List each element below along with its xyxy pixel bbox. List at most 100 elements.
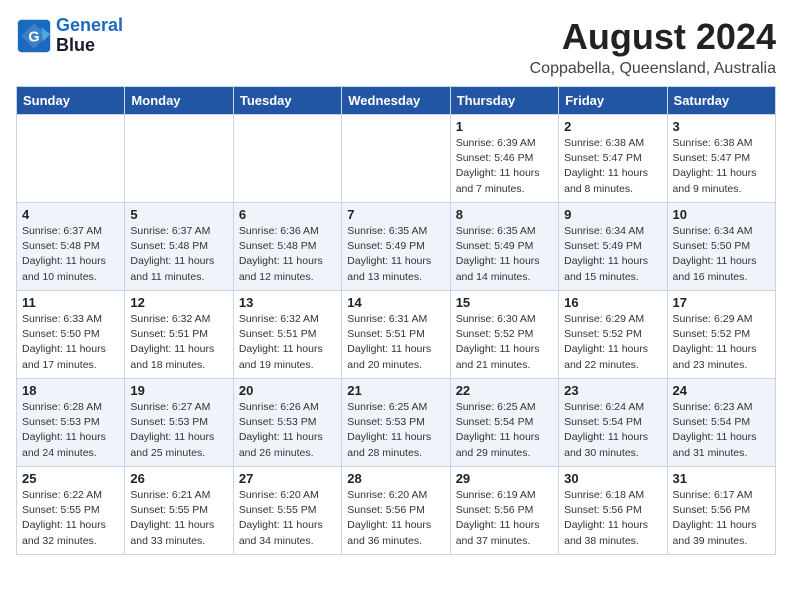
month-title: August 2024 [530, 16, 776, 58]
day-info: Sunrise: 6:21 AM Sunset: 5:55 PM Dayligh… [130, 488, 227, 549]
location-title: Coppabella, Queensland, Australia [530, 60, 776, 78]
calendar-cell: 24 Sunrise: 6:23 AM Sunset: 5:54 PM Dayli… [667, 379, 775, 467]
day-number: 14 [347, 295, 444, 310]
day-info: Sunrise: 6:38 AM Sunset: 5:47 PM Dayligh… [673, 136, 770, 197]
day-number: 15 [456, 295, 553, 310]
day-info: Sunrise: 6:23 AM Sunset: 5:54 PM Dayligh… [673, 400, 770, 461]
calendar-cell [342, 115, 450, 203]
calendar-cell: 20Sunrise: 6:26 AM Sunset: 5:53 PM Dayli… [233, 379, 341, 467]
day-info: Sunrise: 6:35 AM Sunset: 5:49 PM Dayligh… [347, 224, 444, 285]
calendar-cell: 10 Sunrise: 6:34 AM Sunset: 5:50 PM Dayli… [667, 203, 775, 291]
day-info: Sunrise: 6:25 AM Sunset: 5:54 PM Dayligh… [456, 400, 553, 461]
day-number: 6 [239, 207, 336, 222]
day-info: Sunrise: 6:36 AM Sunset: 5:48 PM Dayligh… [239, 224, 336, 285]
day-info: Sunrise: 6:24 AM Sunset: 5:54 PM Dayligh… [564, 400, 661, 461]
day-info: Sunrise: 6:30 AM Sunset: 5:52 PM Dayligh… [456, 312, 553, 373]
day-info: Sunrise: 6:25 AM Sunset: 5:53 PM Dayligh… [347, 400, 444, 461]
calendar-cell: 11 Sunrise: 6:33 AM Sunset: 5:50 PM Dayli… [17, 291, 125, 379]
day-info: Sunrise: 6:33 AM Sunset: 5:50 PM Dayligh… [22, 312, 119, 373]
logo: G General Blue [16, 16, 123, 56]
weekday-header-saturday: Saturday [667, 87, 775, 115]
week-row-3: 11 Sunrise: 6:33 AM Sunset: 5:50 PM Dayli… [17, 291, 776, 379]
weekday-header-thursday: Thursday [450, 87, 558, 115]
weekday-header-monday: Monday [125, 87, 233, 115]
calendar-cell: 1Sunrise: 6:39 AM Sunset: 5:46 PM Daylig… [450, 115, 558, 203]
day-number: 4 [22, 207, 119, 222]
calendar-cell: 8Sunrise: 6:35 AM Sunset: 5:49 PM Daylig… [450, 203, 558, 291]
calendar-cell: 5 Sunrise: 6:37 AM Sunset: 5:48 PM Daylig… [125, 203, 233, 291]
day-info: Sunrise: 6:22 AM Sunset: 5:55 PM Dayligh… [22, 488, 119, 549]
week-row-4: 18 Sunrise: 6:28 AM Sunset: 5:53 PM Dayli… [17, 379, 776, 467]
day-number: 2 [564, 119, 661, 134]
day-number: 30 [564, 471, 661, 486]
day-info: Sunrise: 6:34 AM Sunset: 5:50 PM Dayligh… [673, 224, 770, 285]
day-info: Sunrise: 6:32 AM Sunset: 5:51 PM Dayligh… [130, 312, 227, 373]
weekday-header-friday: Friday [559, 87, 667, 115]
calendar-cell: 2 Sunrise: 6:38 AM Sunset: 5:47 PM Daylig… [559, 115, 667, 203]
day-number: 20 [239, 383, 336, 398]
calendar-cell: 16Sunrise: 6:29 AM Sunset: 5:52 PM Dayli… [559, 291, 667, 379]
day-number: 5 [130, 207, 227, 222]
day-info: Sunrise: 6:34 AM Sunset: 5:49 PM Dayligh… [564, 224, 661, 285]
logo-line1: General [56, 15, 123, 35]
day-info: Sunrise: 6:31 AM Sunset: 5:51 PM Dayligh… [347, 312, 444, 373]
calendar-cell: 25 Sunrise: 6:22 AM Sunset: 5:55 PM Dayli… [17, 467, 125, 555]
weekday-header-sunday: Sunday [17, 87, 125, 115]
calendar-cell: 22 Sunrise: 6:25 AM Sunset: 5:54 PM Dayli… [450, 379, 558, 467]
day-number: 10 [673, 207, 770, 222]
calendar-cell [17, 115, 125, 203]
calendar-cell: 27 Sunrise: 6:20 AM Sunset: 5:55 PM Dayli… [233, 467, 341, 555]
day-number: 11 [22, 295, 119, 310]
week-row-5: 25 Sunrise: 6:22 AM Sunset: 5:55 PM Dayli… [17, 467, 776, 555]
calendar-table: SundayMondayTuesdayWednesdayThursdayFrid… [16, 86, 776, 555]
day-number: 23 [564, 383, 661, 398]
calendar-cell: 31 Sunrise: 6:17 AM Sunset: 5:56 PM Dayli… [667, 467, 775, 555]
day-number: 27 [239, 471, 336, 486]
svg-text:G: G [28, 29, 39, 45]
calendar-cell [125, 115, 233, 203]
day-number: 24 [673, 383, 770, 398]
calendar-cell: 21 Sunrise: 6:25 AM Sunset: 5:53 PM Dayli… [342, 379, 450, 467]
day-number: 21 [347, 383, 444, 398]
calendar-cell: 26 Sunrise: 6:21 AM Sunset: 5:55 PM Dayli… [125, 467, 233, 555]
day-info: Sunrise: 6:17 AM Sunset: 5:56 PM Dayligh… [673, 488, 770, 549]
day-number: 31 [673, 471, 770, 486]
day-info: Sunrise: 6:37 AM Sunset: 5:48 PM Dayligh… [130, 224, 227, 285]
calendar-cell: 14 Sunrise: 6:31 AM Sunset: 5:51 PM Dayli… [342, 291, 450, 379]
day-number: 29 [456, 471, 553, 486]
day-number: 26 [130, 471, 227, 486]
day-info: Sunrise: 6:19 AM Sunset: 5:56 PM Dayligh… [456, 488, 553, 549]
header: G General Blue August 2024 Coppabella, Q… [16, 16, 776, 78]
day-info: Sunrise: 6:29 AM Sunset: 5:52 PM Dayligh… [673, 312, 770, 373]
calendar-cell: 29 Sunrise: 6:19 AM Sunset: 5:56 PM Dayli… [450, 467, 558, 555]
calendar-cell: 28 Sunrise: 6:20 AM Sunset: 5:56 PM Dayli… [342, 467, 450, 555]
calendar-cell: 9 Sunrise: 6:34 AM Sunset: 5:49 PM Daylig… [559, 203, 667, 291]
day-number: 28 [347, 471, 444, 486]
day-number: 9 [564, 207, 661, 222]
day-number: 7 [347, 207, 444, 222]
day-info: Sunrise: 6:20 AM Sunset: 5:56 PM Dayligh… [347, 488, 444, 549]
day-info: Sunrise: 6:28 AM Sunset: 5:53 PM Dayligh… [22, 400, 119, 461]
calendar-cell: 7 Sunrise: 6:35 AM Sunset: 5:49 PM Daylig… [342, 203, 450, 291]
calendar-cell: 4 Sunrise: 6:37 AM Sunset: 5:48 PM Daylig… [17, 203, 125, 291]
logo-line2: Blue [56, 35, 95, 55]
calendar-cell: 12 Sunrise: 6:32 AM Sunset: 5:51 PM Dayli… [125, 291, 233, 379]
week-row-1: 1Sunrise: 6:39 AM Sunset: 5:46 PM Daylig… [17, 115, 776, 203]
day-number: 22 [456, 383, 553, 398]
day-number: 12 [130, 295, 227, 310]
calendar-cell: 30Sunrise: 6:18 AM Sunset: 5:56 PM Dayli… [559, 467, 667, 555]
calendar-cell: 17 Sunrise: 6:29 AM Sunset: 5:52 PM Dayli… [667, 291, 775, 379]
day-info: Sunrise: 6:37 AM Sunset: 5:48 PM Dayligh… [22, 224, 119, 285]
day-info: Sunrise: 6:38 AM Sunset: 5:47 PM Dayligh… [564, 136, 661, 197]
day-number: 25 [22, 471, 119, 486]
day-info: Sunrise: 6:35 AM Sunset: 5:49 PM Dayligh… [456, 224, 553, 285]
weekday-header-tuesday: Tuesday [233, 87, 341, 115]
day-number: 18 [22, 383, 119, 398]
day-number: 17 [673, 295, 770, 310]
calendar-cell: 6 Sunrise: 6:36 AM Sunset: 5:48 PM Daylig… [233, 203, 341, 291]
calendar-cell: 15 Sunrise: 6:30 AM Sunset: 5:52 PM Dayli… [450, 291, 558, 379]
day-info: Sunrise: 6:32 AM Sunset: 5:51 PM Dayligh… [239, 312, 336, 373]
day-info: Sunrise: 6:20 AM Sunset: 5:55 PM Dayligh… [239, 488, 336, 549]
calendar-cell: 19Sunrise: 6:27 AM Sunset: 5:53 PM Dayli… [125, 379, 233, 467]
week-row-2: 4 Sunrise: 6:37 AM Sunset: 5:48 PM Daylig… [17, 203, 776, 291]
